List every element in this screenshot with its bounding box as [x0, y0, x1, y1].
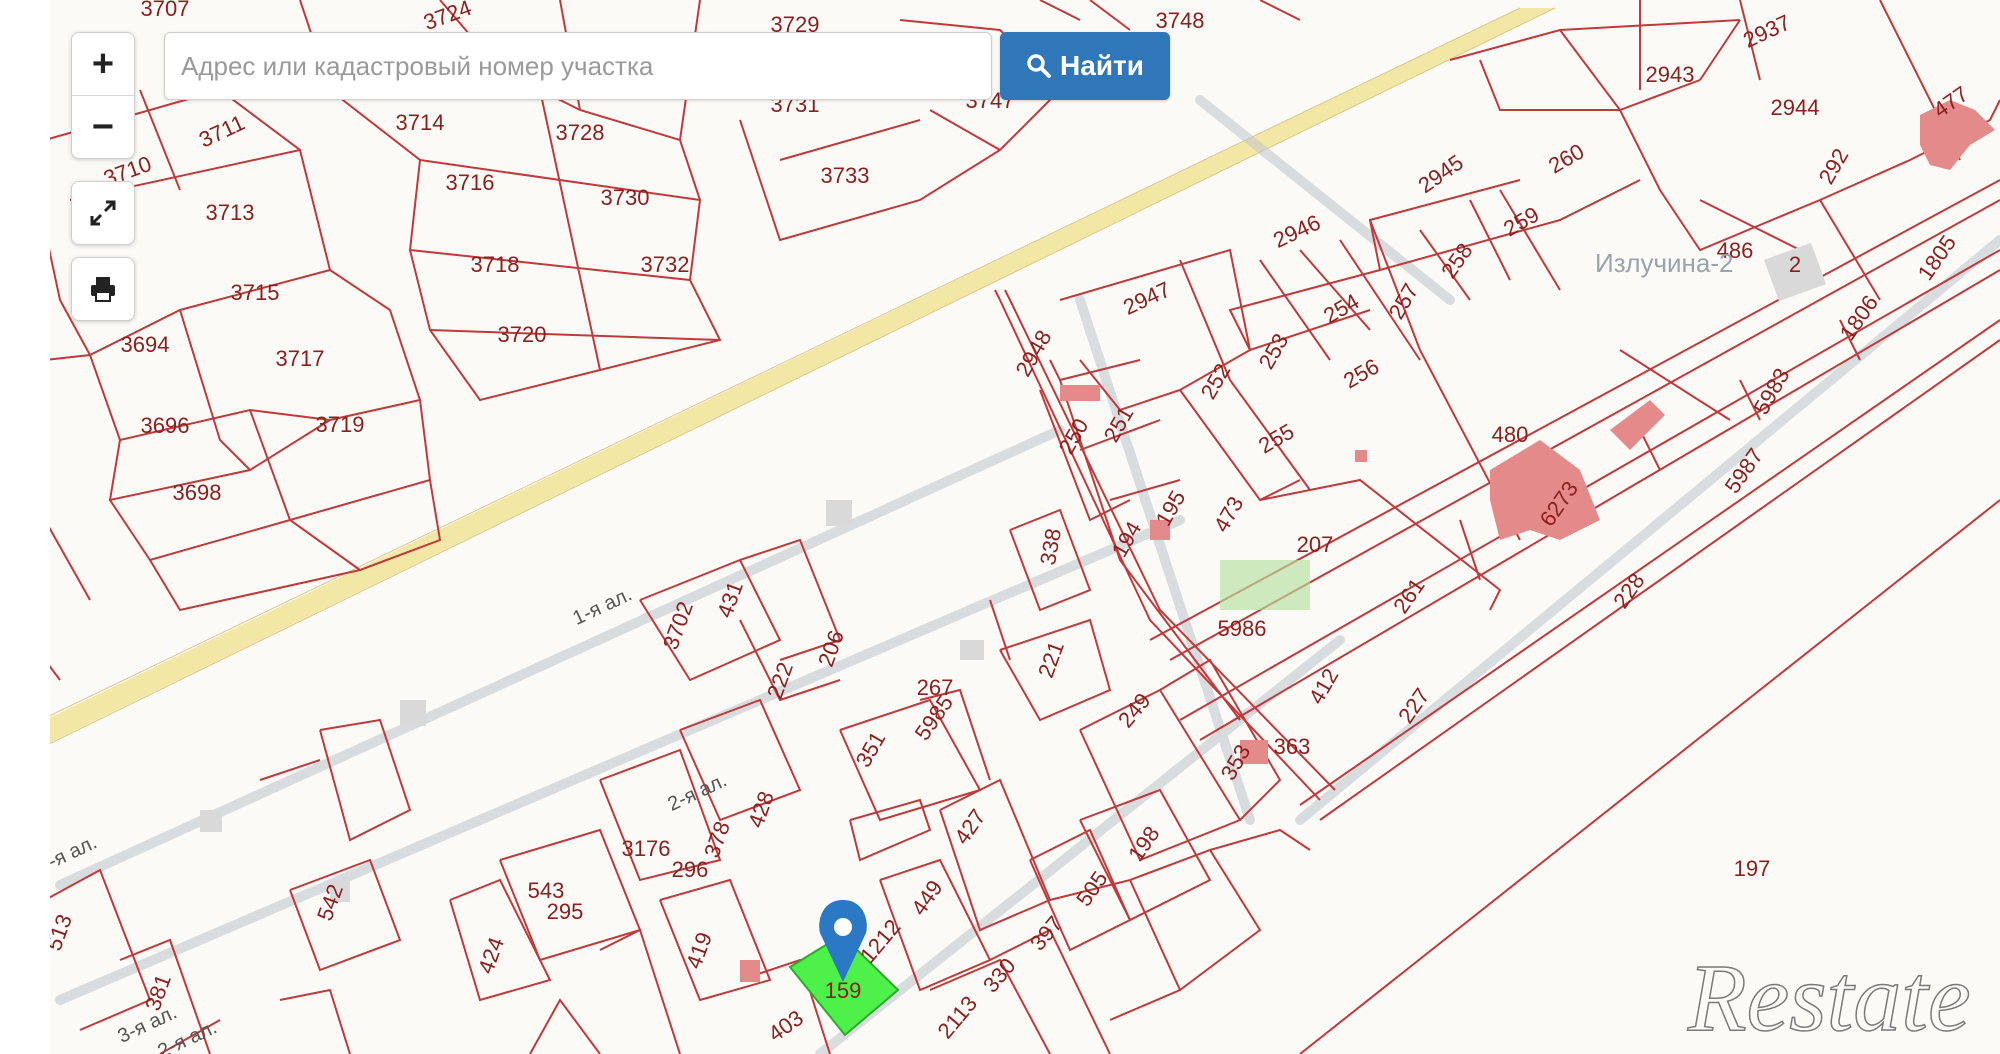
parcel-label: 3728 — [556, 120, 605, 145]
parcel-label: 3716 — [446, 170, 495, 195]
parcel-label: 480 — [1492, 422, 1529, 447]
parcel-label: 3720 — [498, 322, 547, 347]
area-label: Излучина-2 — [1595, 248, 1734, 278]
printer-icon — [91, 277, 115, 302]
parcel-label: 3696 — [141, 413, 190, 438]
search-input[interactable] — [164, 32, 992, 100]
parcel-label: 3717 — [276, 346, 325, 371]
expand-icon — [90, 200, 116, 226]
parcel-label: 3719 — [316, 412, 365, 437]
green-area — [1220, 560, 1310, 610]
parcel-label: 3732 — [641, 252, 690, 277]
search-button-label: Найти — [1060, 50, 1144, 81]
parcel-label: 3707 — [141, 0, 190, 21]
zoom-out-button[interactable]: − — [72, 95, 134, 158]
parcel-label: 3718 — [471, 252, 520, 277]
parcel-label: 2943 — [1646, 62, 1695, 87]
parcel-label: 296 — [672, 857, 709, 882]
parcel-label: 3715 — [231, 280, 280, 305]
parcel-label: 197 — [1734, 856, 1771, 881]
left-edge — [0, 0, 50, 1054]
search-button[interactable]: Найти — [1000, 32, 1170, 100]
parcel-label: 2944 — [1771, 95, 1820, 120]
cadastral-map[interactable]: 159 3707 3724 3729 3748 29373711 3714 37283731… — [0, 0, 2000, 1054]
parcel-label: 3730 — [601, 185, 650, 210]
parcel-label: 3694 — [121, 332, 170, 357]
parcel-label: 3176 — [622, 836, 671, 861]
parcel-label: 3698 — [173, 480, 222, 505]
parcel-label: 295 — [547, 899, 584, 924]
fullscreen-control — [71, 181, 135, 245]
watermark: Restate — [1687, 944, 1971, 1051]
print-control — [71, 257, 135, 321]
fullscreen-button[interactable] — [72, 182, 134, 244]
search-icon — [1027, 54, 1052, 78]
zoom-in-button[interactable]: + — [72, 33, 134, 95]
parcel-label: 3713 — [206, 200, 255, 225]
parcel-label: 3748 — [1156, 8, 1205, 33]
parcel-label: 3714 — [396, 110, 445, 135]
print-button[interactable] — [72, 258, 134, 320]
parcel-label: 3733 — [821, 163, 870, 188]
parcel-label: 207 — [1297, 532, 1334, 557]
parcel-label: 2 — [1789, 252, 1801, 277]
zoom-control: + − — [71, 32, 135, 159]
parcel-label: 363 — [1274, 734, 1311, 759]
marker-label: 159 — [825, 978, 862, 1003]
parcel-label: 5986 — [1218, 616, 1267, 641]
